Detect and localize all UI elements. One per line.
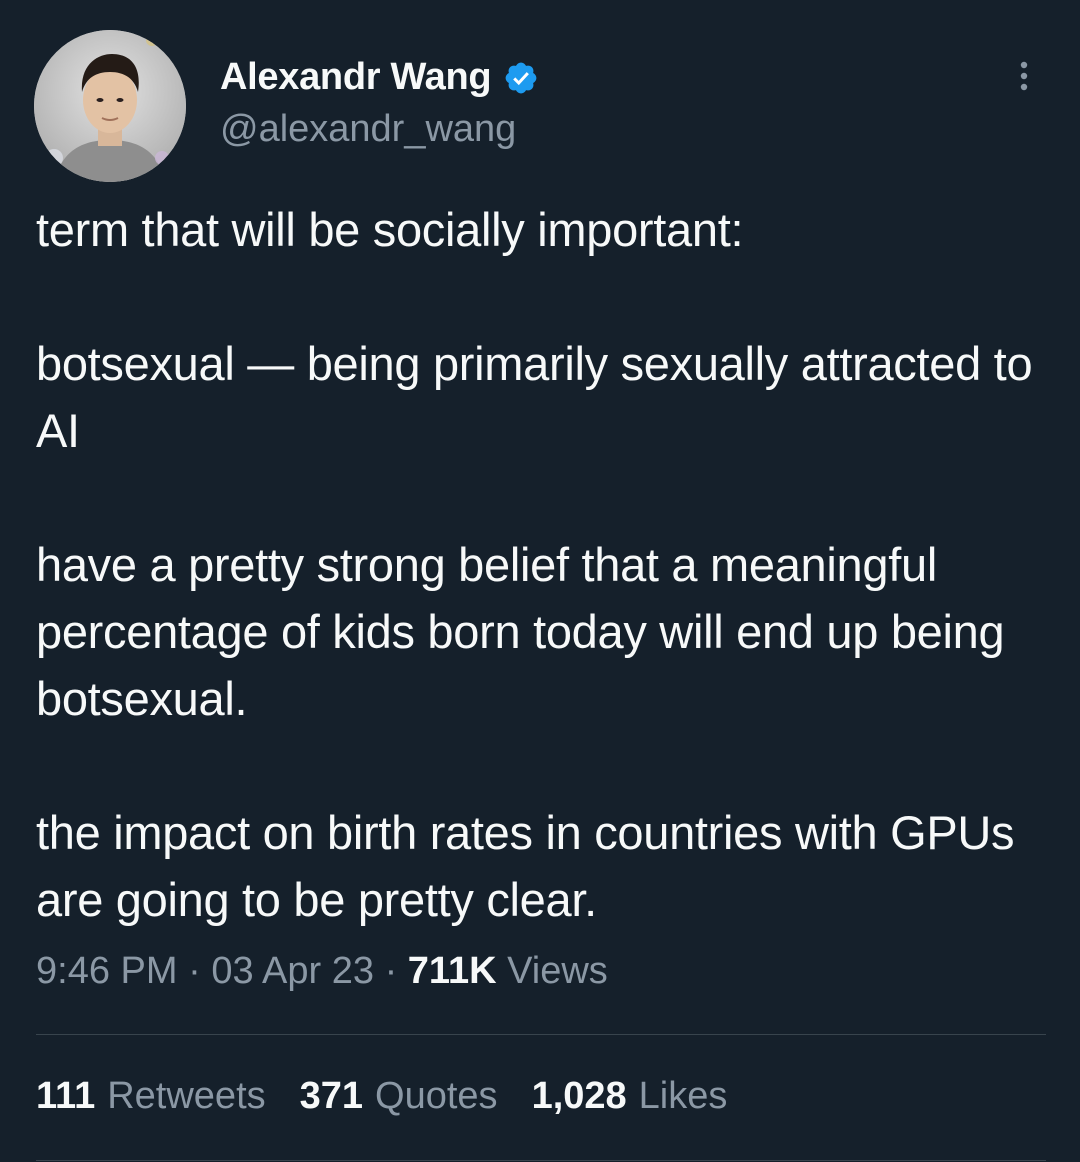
avatar-image <box>34 30 186 182</box>
views-label: Views <box>507 950 608 992</box>
likes-label: Likes <box>638 1075 728 1117</box>
more-options-button[interactable] <box>1004 56 1044 96</box>
tweet-paragraph: botsexual — being primarily sexually att… <box>36 337 1033 457</box>
more-horizontal-icon <box>1020 61 1028 91</box>
author-display-name[interactable]: Alexandr Wang <box>220 56 492 99</box>
tweet-paragraph: the impact on birth rates in countries w… <box>36 806 1015 926</box>
tweet-paragraph: have a pretty strong belief that a meani… <box>36 538 1005 725</box>
retweets-stat[interactable]: 111 Retweets <box>36 1075 266 1118</box>
author-handle[interactable]: @alexandr_wang <box>220 108 516 151</box>
views-count: 711K <box>407 950 497 992</box>
tweet-text: term that will be socially important: bo… <box>36 196 1046 933</box>
divider <box>36 1034 1046 1035</box>
tweet: Alexandr Wang @alexandr_wang term that w… <box>0 0 1080 1162</box>
author-name-row: Alexandr Wang <box>220 56 539 99</box>
meta-separator: · <box>384 950 398 992</box>
tweet-time[interactable]: 9:46 PM <box>36 950 178 992</box>
verified-badge-icon <box>505 62 537 93</box>
quotes-stat[interactable]: 371 Quotes <box>300 1075 498 1118</box>
tweet-date[interactable]: 03 Apr 23 <box>211 950 374 992</box>
retweets-count: 111 <box>36 1075 96 1117</box>
divider <box>36 1160 1046 1161</box>
tweet-metadata: 9:46 PM · 03 Apr 23 · 711K Views <box>36 950 608 993</box>
quotes-count: 371 <box>299 1075 364 1117</box>
likes-count: 1,028 <box>531 1075 627 1117</box>
retweets-label: Retweets <box>107 1075 266 1117</box>
quotes-label: Quotes <box>375 1075 498 1117</box>
tweet-paragraph: term that will be socially important: <box>36 203 744 256</box>
engagement-stats: 111 Retweets 371 Quotes 1,028 Likes <box>36 1075 727 1118</box>
avatar[interactable] <box>34 30 186 182</box>
meta-separator: · <box>188 950 201 992</box>
likes-stat[interactable]: 1,028 Likes <box>532 1075 728 1118</box>
